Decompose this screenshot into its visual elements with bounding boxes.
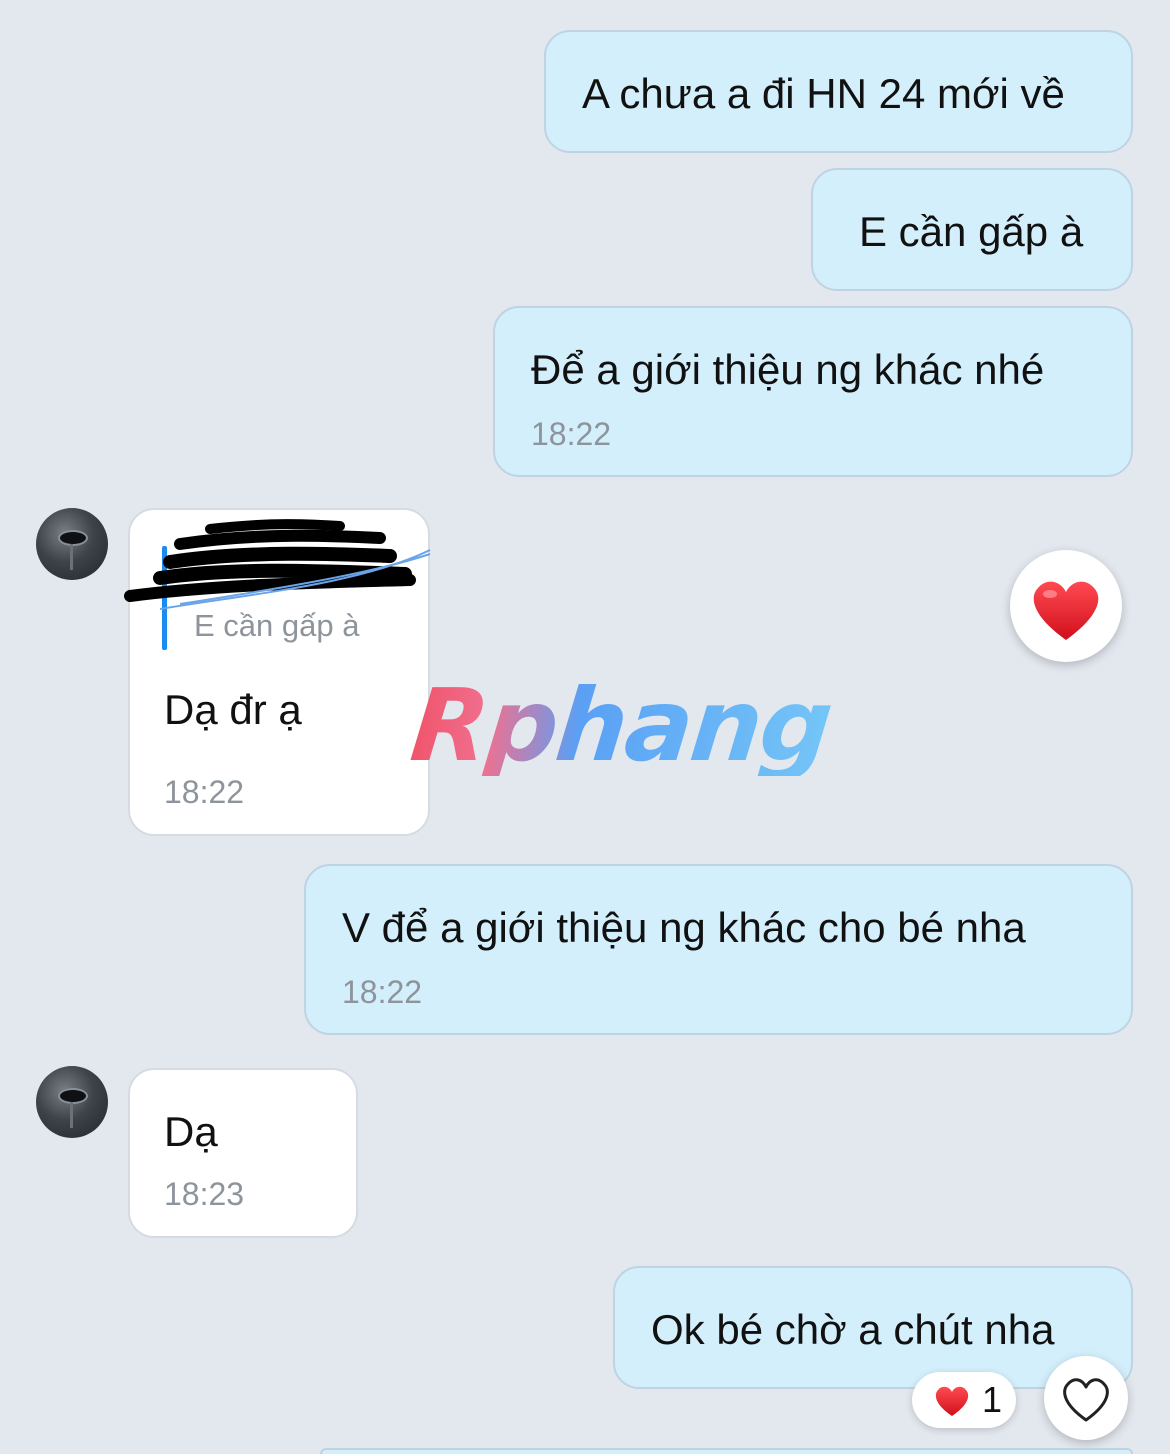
incoming-message-bubble[interactable]: E cần gấp à Dạ đr ạ 18:22 — [124, 508, 431, 836]
message-text: A chưa a đi HN 24 mới về — [582, 70, 1065, 117]
message-text: Dạ — [164, 1108, 218, 1155]
heart-outline-icon — [1063, 1378, 1109, 1422]
outgoing-message-bubble-partial[interactable] — [320, 1448, 1133, 1454]
message-text: V để a giới thiệu ng khác cho bé nha — [342, 904, 1026, 951]
outgoing-message-bubble[interactable]: A chưa a đi HN 24 mới về — [544, 30, 1133, 153]
watermark-logo: Rphang — [405, 667, 837, 784]
contact-avatar[interactable] — [36, 508, 108, 580]
reaction-count-badge[interactable]: 1 — [912, 1372, 1016, 1428]
message-timestamp: 18:22 — [531, 416, 612, 452]
message-timestamp: 18:22 — [342, 974, 423, 1010]
message-text: E cần gấp à — [859, 208, 1084, 255]
message-text: Dạ đr ạ — [164, 686, 302, 733]
reaction-count: 1 — [982, 1379, 1003, 1420]
message-text: Để a giới thiệu ng khác nhé — [531, 346, 1045, 393]
message-timestamp: 18:23 — [164, 1176, 245, 1212]
red-heart-icon — [1033, 581, 1099, 640]
message-timestamp: 18:22 — [164, 774, 245, 810]
incoming-message-bubble[interactable]: Dạ 18:23 — [128, 1068, 358, 1238]
heart-reaction-button[interactable] — [1010, 550, 1122, 662]
outgoing-message-bubble[interactable]: Để a giới thiệu ng khác nhé 18:22 — [493, 306, 1133, 477]
like-button[interactable] — [1044, 1356, 1128, 1440]
quoted-message-text: E cần gấp à — [194, 608, 360, 643]
red-heart-icon — [935, 1386, 969, 1416]
message-text: Ok bé chờ a chút nha — [651, 1306, 1055, 1353]
outgoing-message-bubble[interactable]: E cần gấp à — [811, 168, 1133, 291]
outgoing-message-bubble[interactable]: V để a giới thiệu ng khác cho bé nha 18:… — [304, 864, 1133, 1035]
contact-avatar[interactable] — [36, 1066, 108, 1138]
